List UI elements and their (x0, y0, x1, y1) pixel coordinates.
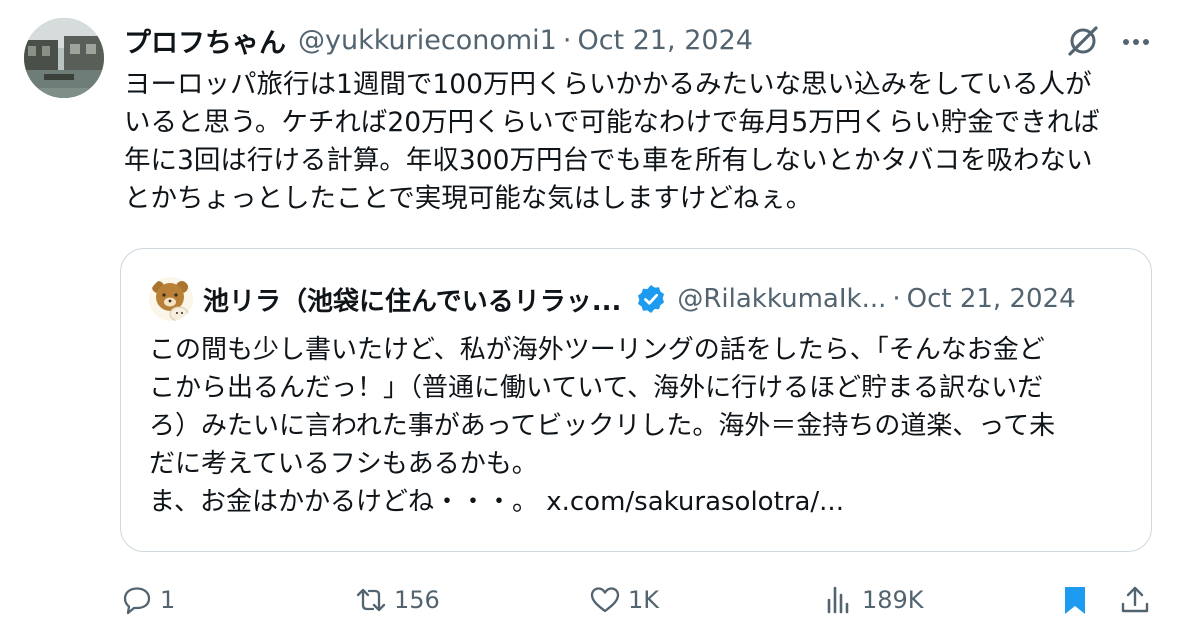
more-icon (1123, 39, 1149, 45)
share-icon (1121, 586, 1149, 613)
verified-badge-icon (638, 285, 665, 313)
views-button[interactable]: 189K (822, 578, 924, 622)
view-count: 189K (862, 586, 924, 614)
bear-avatar-icon (149, 277, 193, 321)
retweet-icon (356, 588, 386, 612)
reply-count: 1 (160, 586, 176, 614)
tweet-header: プロフちゃん @yukkurieconomi1 · Oct 21, 2024 (124, 20, 753, 60)
tweet-text: ヨーロッパ旅行は1週間で100万円くらいかかるみたいな思い込みをしている人が い… (124, 69, 1100, 214)
views-icon (827, 586, 849, 614)
retweet-button[interactable]: 156 (354, 578, 440, 622)
tweet-date[interactable]: Oct 21, 2024 (577, 25, 753, 56)
quoted-author-avatar[interactable] (149, 277, 193, 321)
quoted-tweet-card[interactable]: 池リラ（池袋に住んでいるリラッ... @RilakkumaIk... · Oct… (120, 248, 1152, 552)
quoted-tweet-text: この間も少し書いたけど、私が海外ツーリングの話をしたら、「そんなお金ど こから出… (149, 335, 1056, 517)
author-handle[interactable]: @yukkurieconomi1 (298, 25, 557, 56)
reply-button[interactable]: 1 (120, 578, 175, 622)
header-separator: · (562, 24, 572, 56)
like-icon (590, 587, 620, 613)
author-avatar[interactable] (24, 18, 104, 98)
share-button[interactable] (1118, 578, 1152, 622)
like-button[interactable]: 1K (588, 578, 659, 622)
retweet-count: 156 (394, 586, 440, 614)
quoted-header-separator: · (892, 284, 901, 314)
reply-icon (123, 587, 151, 615)
action-bar: 1 156 1K 189K (120, 578, 1160, 622)
like-count: 1K (628, 586, 660, 614)
quoted-author-name[interactable]: 池リラ（池袋に住んでいるリラッ... (203, 281, 621, 318)
author-name[interactable]: プロフちゃん (124, 21, 286, 60)
quoted-tweet-header: 池リラ（池袋に住んでいるリラッ... @RilakkumaIk... · Oct… (203, 277, 1076, 321)
bookmark-button[interactable] (1058, 578, 1092, 622)
more-options-button[interactable] (1118, 26, 1154, 58)
avatar-photo (24, 18, 104, 98)
quoted-tweet-date[interactable]: Oct 21, 2024 (907, 284, 1076, 314)
grok-button[interactable] (1064, 22, 1102, 60)
bookmark-icon (1065, 587, 1085, 614)
grok-icon (1068, 26, 1098, 56)
quoted-author-handle[interactable]: @RilakkumaIk... (677, 284, 886, 314)
